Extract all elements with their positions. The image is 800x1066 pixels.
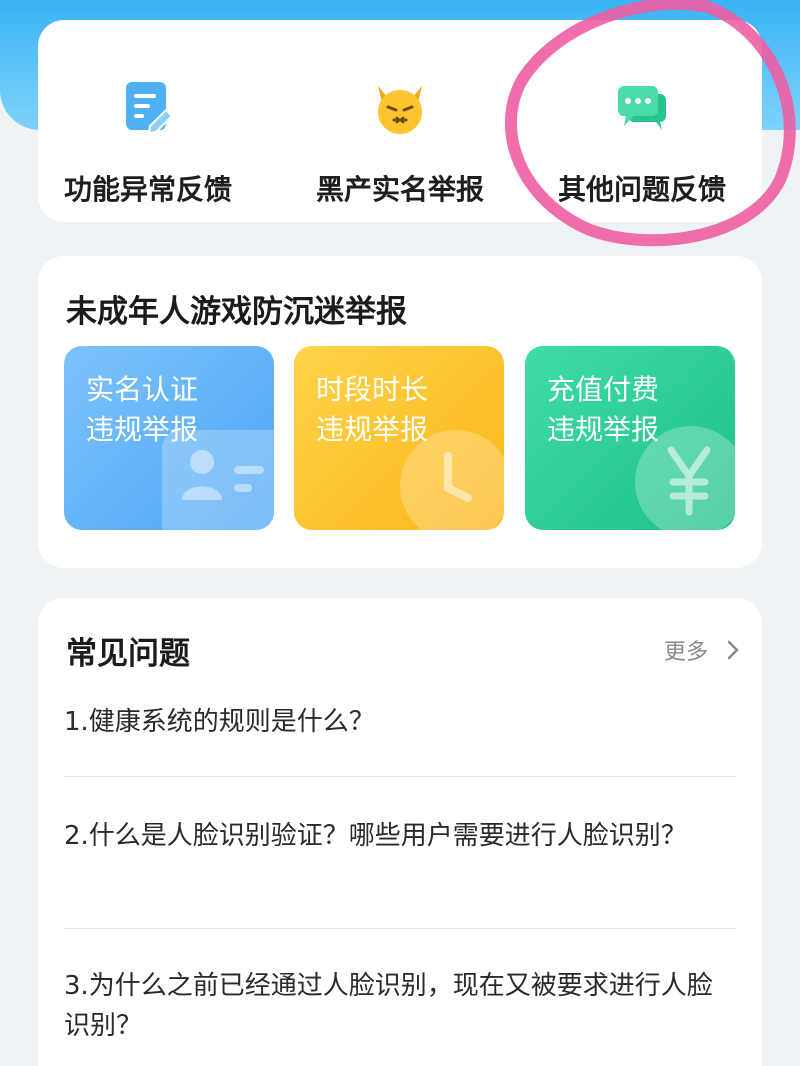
divider [64, 776, 736, 777]
tile-payment-report[interactable]: 充值付费 违规举报 [525, 346, 735, 530]
tile-realname-report[interactable]: 实名认证 违规举报 [64, 346, 274, 530]
devil-face-icon [372, 80, 428, 136]
chat-bubble-icon [614, 80, 670, 136]
chevron-right-icon [727, 640, 739, 660]
divider [64, 928, 736, 929]
faq-item[interactable]: 2.什么是人脸识别验证？哪些用户需要进行人脸识别？ [64, 816, 736, 856]
faq-item[interactable]: 1.健康系统的规则是什么？ [64, 702, 736, 742]
quick-action-function-feedback[interactable]: 功能异常反馈 [38, 20, 258, 222]
quick-action-label: 黑产实名举报 [315, 173, 484, 206]
tile-label-line1: 时段时长 [316, 373, 429, 406]
quick-action-label: 功能异常反馈 [63, 173, 232, 206]
tile-label-line1: 实名认证 [86, 373, 199, 406]
tile-playtime-report[interactable]: 时段时长 违规举报 [294, 346, 504, 530]
quick-action-label: 其他问题反馈 [557, 173, 726, 206]
quick-action-other-feedback[interactable]: 其他问题反馈 [532, 20, 752, 222]
section-title: 常见问题 [66, 636, 190, 672]
quick-actions-card: 功能异常反馈 黑产实名举报 其他问题反馈 [38, 20, 762, 222]
id-card-icon [162, 430, 274, 530]
faq-item[interactable]: 3.为什么之前已经通过人脸识别，现在又被要求进行人脸识别？ [64, 966, 736, 1046]
tile-label-line1: 充值付费 [547, 373, 660, 406]
yen-icon [635, 426, 735, 530]
more-link[interactable]: 更多 [664, 634, 740, 666]
clock-icon [400, 430, 504, 530]
faq-card: 常见问题 更多 1.健康系统的规则是什么？ 2.什么是人脸识别验证？哪些用户需要… [38, 598, 762, 1066]
minors-report-card: 未成年人游戏防沉迷举报 实名认证 违规举报 时段时长 违规举报 充值付费 违规举… [38, 256, 762, 568]
quick-action-blackmarket-report[interactable]: 黑产实名举报 [290, 20, 510, 222]
edit-document-icon [120, 80, 176, 136]
section-title: 未成年人游戏防沉迷举报 [66, 294, 407, 330]
more-label: 更多 [663, 640, 708, 665]
